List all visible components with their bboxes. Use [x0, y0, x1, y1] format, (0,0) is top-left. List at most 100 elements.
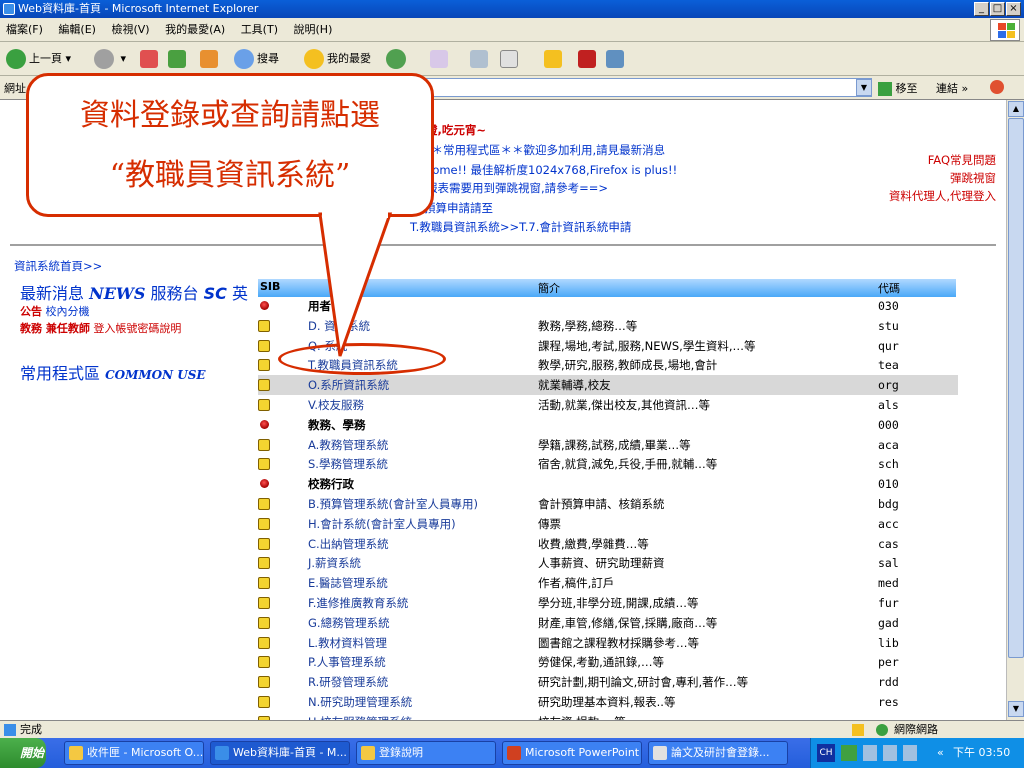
task-inbox[interactable]: 收件匣 - Microsoft O... [64, 741, 204, 765]
print-icon[interactable] [470, 50, 488, 68]
service-link[interactable]: 服務台 [151, 284, 199, 303]
news-link[interactable]: 最新消息 [20, 284, 84, 303]
maximize-button[interactable]: □ [990, 2, 1005, 16]
system-name[interactable]: B.預算管理系統(會計室人員專用) [308, 494, 478, 514]
go-button[interactable]: 移至 [878, 80, 918, 96]
ime-mode-icon[interactable] [841, 745, 857, 761]
task-web[interactable]: Web資料庫-首頁 - M... [210, 741, 350, 765]
notice-budget-path[interactable]: T.教職員資訊系統>>T.7.會計資訊系統申請 [410, 219, 631, 235]
system-row[interactable]: U.校友服務管理系統 校友資,捐款,…等 [258, 712, 958, 720]
common-use-link[interactable]: 常用程式區 COMMON USE [20, 360, 206, 384]
divider [10, 244, 996, 246]
status-bar: 完成 網際網路 [0, 720, 1024, 738]
back-button[interactable]: 上一頁 ▾ [6, 48, 71, 70]
folder-icon [258, 537, 270, 550]
system-name[interactable]: P.人事管理系統 [308, 652, 386, 672]
system-row[interactable]: J.薪資系統 人事薪資、研究助理薪資 sal [258, 553, 958, 573]
minimize-button[interactable]: _ [974, 2, 989, 16]
mail-icon[interactable] [430, 50, 448, 68]
system-name[interactable]: U.校友服務管理系統 [308, 712, 412, 720]
menu-view[interactable]: 檢視(V) [105, 18, 155, 42]
system-row[interactable]: O.系所資訊系統 就業輔導,校友 org [258, 375, 958, 396]
system-name[interactable]: V.校友服務 [308, 395, 364, 415]
links-label[interactable]: 連結 » [936, 80, 968, 96]
tray-expand-icon[interactable]: « [937, 738, 944, 768]
folder-icon[interactable] [544, 50, 562, 68]
refresh-icon[interactable] [168, 50, 186, 68]
notice-popup[interactable]: 報表需要用到彈跳視窗,請參考==> [426, 180, 608, 196]
system-name[interactable]: F.進修推廣教育系統 [308, 593, 408, 613]
system-row[interactable]: B.預算管理系統(會計室人員專用) 會計預算申請、核銷系統 bdg [258, 494, 958, 514]
task-powerpoint[interactable]: Microsoft PowerPoint ... [502, 741, 642, 765]
system-name[interactable]: E.醫誌管理系統 [308, 573, 388, 593]
menu-tools[interactable]: 工具(T) [235, 18, 284, 42]
proxy-login-link[interactable]: 資料代理人,代理登入 [889, 188, 996, 204]
system-code: als [878, 398, 899, 412]
vertical-scrollbar[interactable]: ▲ ▼ [1006, 100, 1024, 720]
edit-icon[interactable] [500, 50, 518, 68]
system-row[interactable]: L.教材資料管理 圖書館之課程教材採購參考…等 lib [258, 633, 958, 653]
start-button[interactable]: 開始 [0, 738, 46, 768]
scroll-down-icon[interactable]: ▼ [1008, 701, 1024, 717]
extension-icon[interactable] [990, 80, 1004, 94]
close-button[interactable]: × [1006, 2, 1021, 16]
extension-link[interactable]: 校內分機 [46, 305, 90, 318]
teacher-login-link[interactable]: 登入帳號密碼說明 [93, 322, 181, 335]
scroll-up-icon[interactable]: ▲ [1008, 101, 1024, 117]
address-dropdown-icon[interactable]: ▼ [856, 79, 872, 96]
system-row[interactable]: G.總務管理系統 財產,車管,修繕,保管,採購,廠商…等 gad [258, 613, 958, 633]
system-row[interactable]: F.進修推廣教育系統 學分班,非學分班,開課,成績…等 fur [258, 593, 958, 613]
folder-icon [258, 616, 270, 629]
clock: 下午 03:50 [953, 746, 1011, 759]
system-row[interactable]: H.會計系統(會計室人員專用) 傳票 acc [258, 514, 958, 534]
messenger-icon[interactable] [578, 50, 596, 68]
search-button[interactable]: 搜尋 [234, 48, 279, 70]
tray-icon-3[interactable] [903, 745, 917, 761]
lock-icon [852, 724, 864, 736]
system-name[interactable]: H.會計系統(會計室人員專用) [308, 514, 456, 534]
system-name[interactable]: A.教務管理系統 [308, 435, 388, 455]
system-row[interactable]: V.校友服務 活動,就業,傑出校友,其他資訊…等 als [258, 395, 958, 415]
task-paper[interactable]: 論文及研討會登錄... [648, 741, 788, 765]
system-name[interactable]: S.學務管理系統 [308, 454, 388, 474]
callout-line2: “教職員資訊系統” [109, 158, 351, 193]
history-icon[interactable] [386, 49, 406, 69]
menu-file[interactable]: 檔案(F) [0, 18, 49, 42]
system-name[interactable]: G.總務管理系統 [308, 613, 390, 633]
menu-edit[interactable]: 編輯(E) [52, 18, 102, 42]
system-row[interactable]: A.教務管理系統 學籍,課務,試務,成績,畢業…等 aca [258, 435, 958, 455]
stop-icon[interactable] [140, 50, 158, 68]
notice-lantern: 燈,吃元宵~ [426, 123, 487, 137]
system-row[interactable]: C.出納管理系統 收費,繳費,學雜費…等 cas [258, 534, 958, 554]
favorites-button[interactable]: 我的最愛 [304, 48, 371, 70]
tray-icon-1[interactable] [863, 745, 877, 761]
breadcrumb[interactable]: 資訊系統首頁>> [14, 258, 102, 274]
system-row[interactable]: R.研發管理系統 研究計劃,期刊論文,研討會,專利,著作…等 rdd [258, 672, 958, 692]
system-row[interactable]: P.人事管理系統 勞健保,考勤,通訊錄,…等 per [258, 652, 958, 672]
tray-icon-2[interactable] [883, 745, 897, 761]
menu-help[interactable]: 說明(H) [288, 18, 339, 42]
task-login-doc[interactable]: 登錄說明 [356, 741, 496, 765]
ime-indicator[interactable]: CH [817, 744, 835, 762]
folder-icon [258, 676, 270, 689]
system-row[interactable]: E.醫誌管理系統 作者,稿件,訂戶 med [258, 573, 958, 593]
menu-bar: 檔案(F) 編輯(E) 檢視(V) 我的最愛(A) 工具(T) 說明(H) [0, 18, 1024, 42]
system-row[interactable]: N.研究助理管理系統 研究助理基本資料,報表..等 res [258, 692, 958, 712]
forward-button[interactable]: ▾ [94, 48, 126, 70]
system-name[interactable]: C.出納管理系統 [308, 534, 389, 554]
menu-favorites[interactable]: 我的最愛(A) [159, 18, 231, 42]
english-link[interactable]: 英 [232, 284, 248, 303]
callout-box: 資料登錄或查詢請點選 “教職員資訊系統” [26, 73, 434, 217]
home-icon[interactable] [200, 50, 218, 68]
notice-common-area[interactable]: ＊＊常用程式區＊＊歡迎多加利用,請見最新消息 [420, 142, 665, 158]
system-name[interactable]: O.系所資訊系統 [308, 375, 389, 395]
system-name[interactable]: J.薪資系統 [308, 553, 361, 573]
faq-link[interactable]: FAQ常見問題 [928, 152, 996, 168]
system-row[interactable]: S.學務管理系統 宿舍,就貸,減免,兵役,手冊,就輔…等 sch [258, 454, 958, 474]
popup-link[interactable]: 彈跳視窗 [950, 170, 996, 186]
scroll-thumb[interactable] [1008, 118, 1024, 658]
system-name[interactable]: R.研發管理系統 [308, 672, 388, 692]
contacts-icon[interactable] [606, 50, 624, 68]
system-name[interactable]: L.教材資料管理 [308, 633, 387, 653]
system-name[interactable]: N.研究助理管理系統 [308, 692, 412, 712]
